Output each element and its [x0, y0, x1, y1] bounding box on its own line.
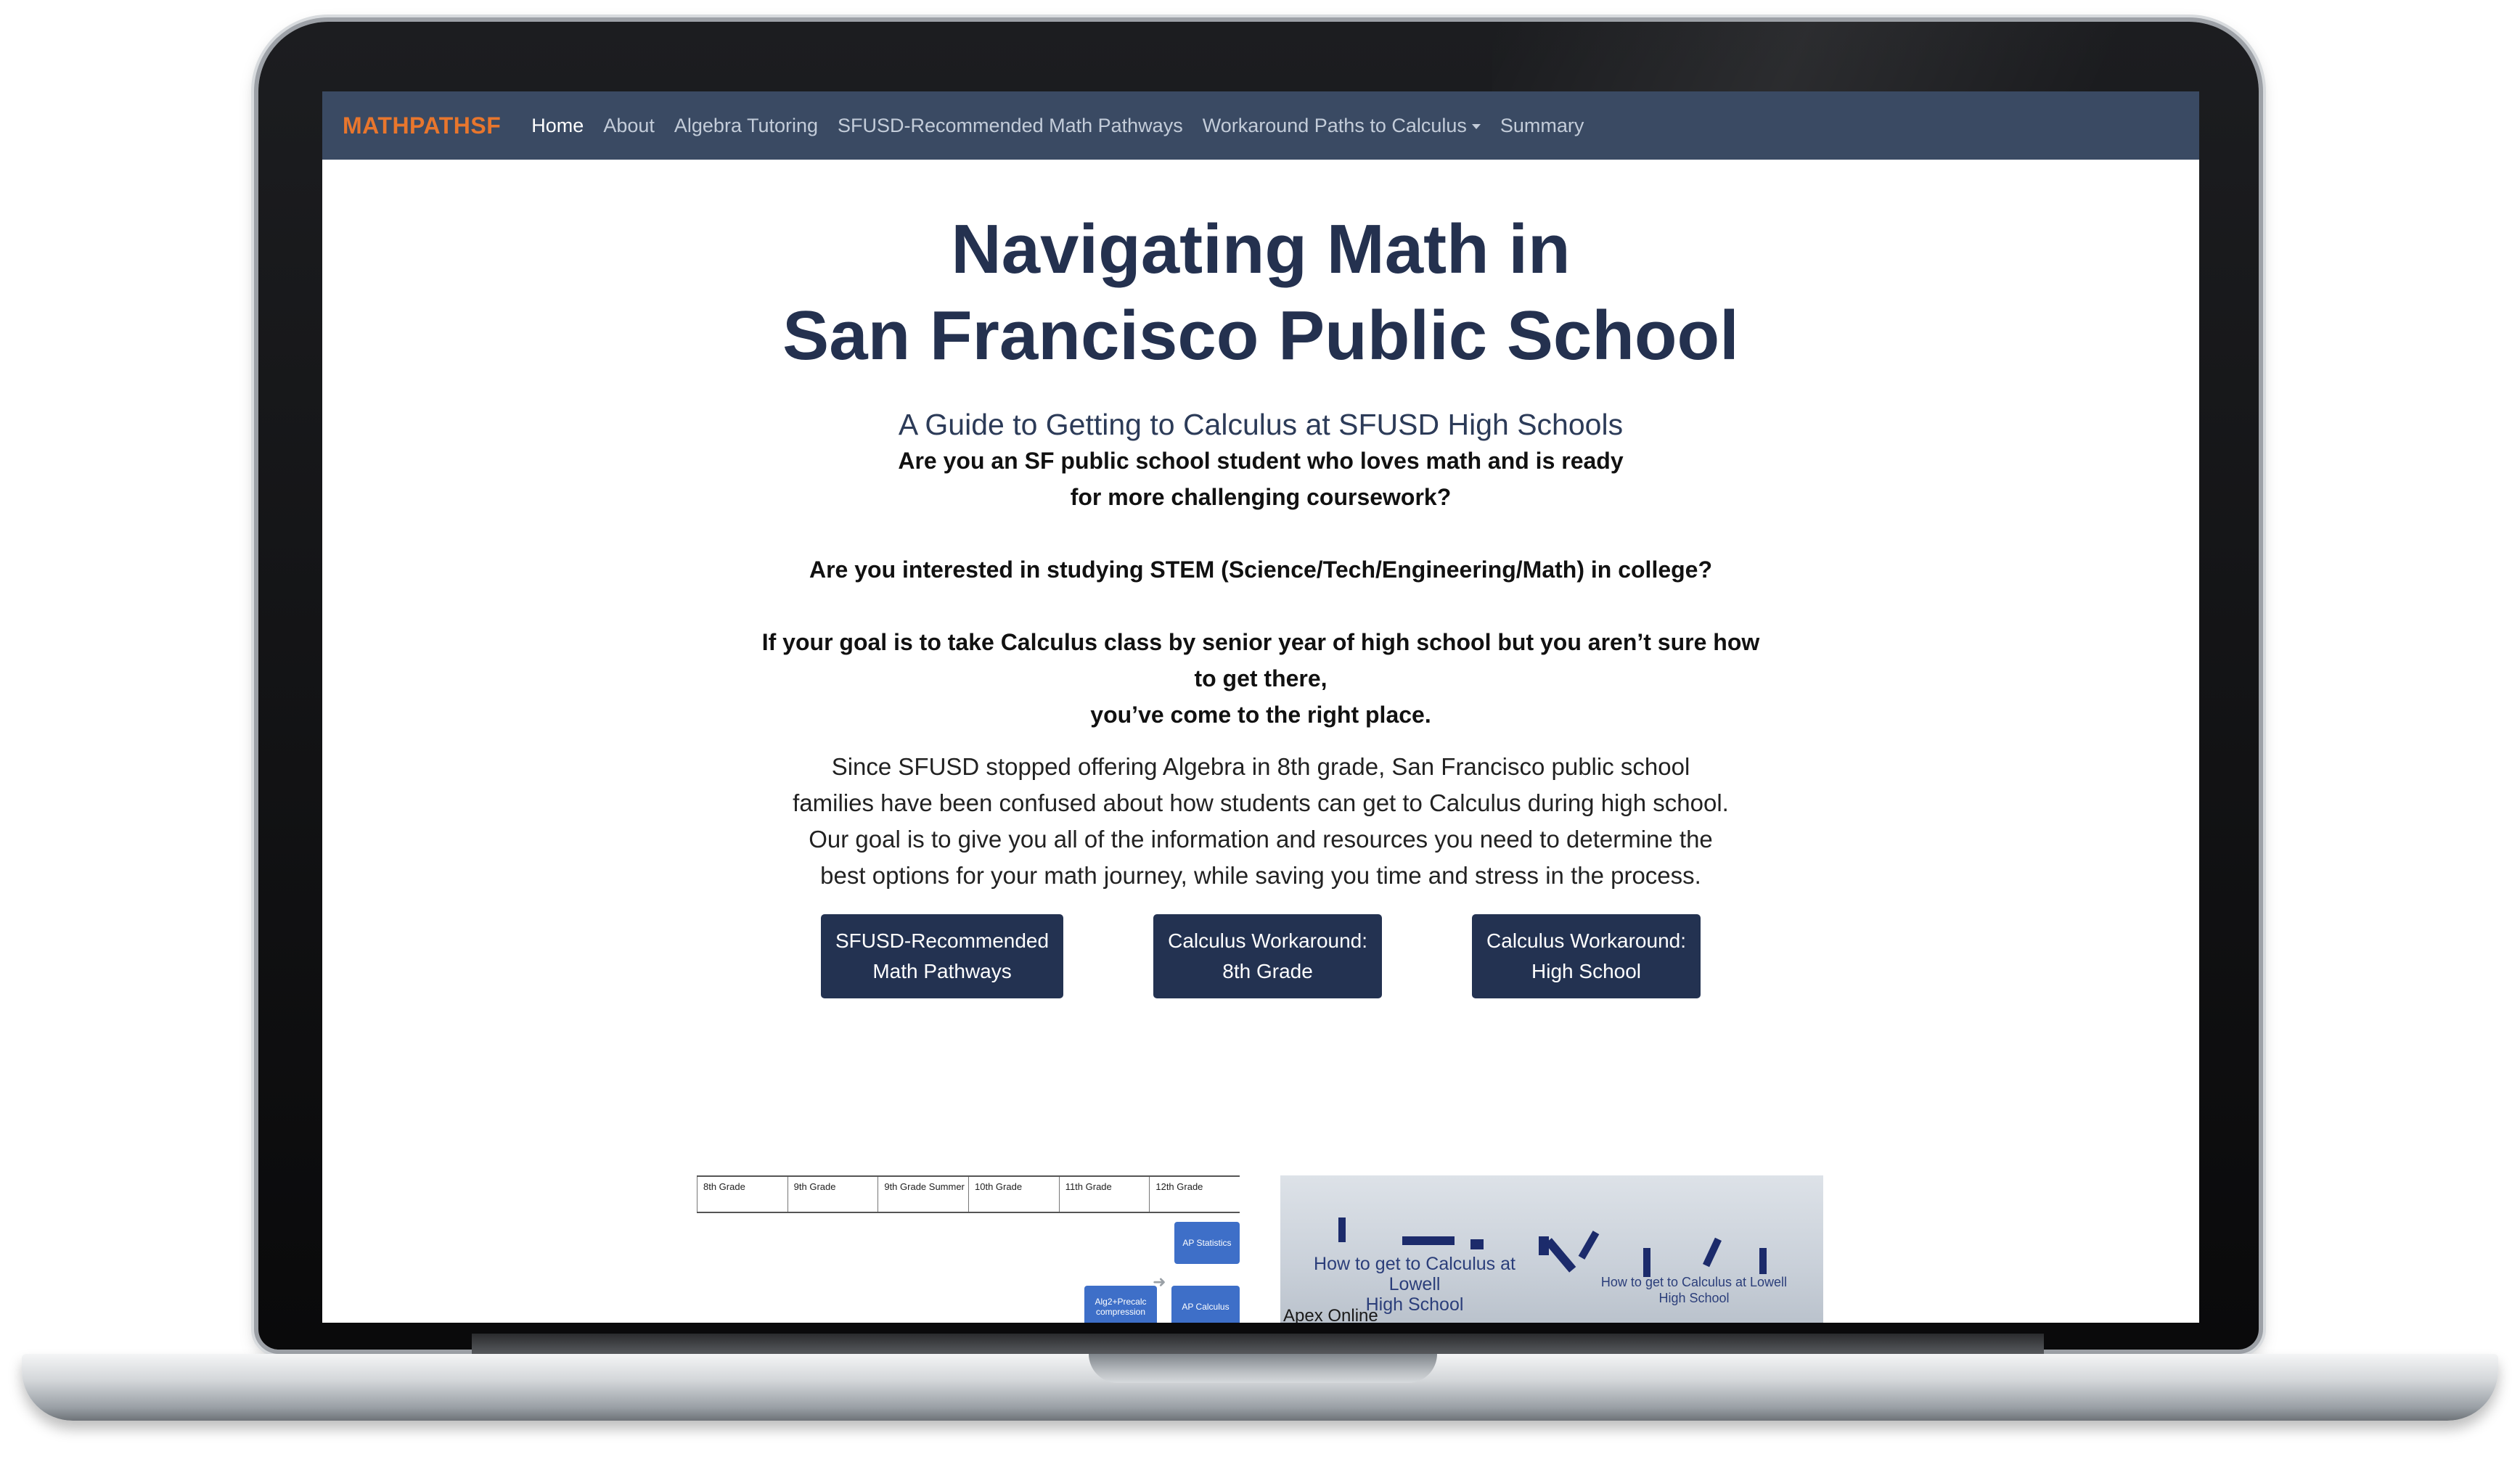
- nav-home[interactable]: Home: [531, 115, 584, 137]
- title-line-1: Navigating Math in: [951, 210, 1571, 288]
- pathway-chart-image: 8th Grade 9th Grade 9th Grade Summer 10t…: [697, 1175, 1240, 1323]
- navbar: MATHPATHSF Home About Algebra Tutoring S…: [322, 91, 2199, 160]
- laptop-hinge: [472, 1334, 2044, 1355]
- nav-workaround-label: Workaround Paths to Calculus: [1202, 114, 1467, 136]
- intro-paragraph: Since SFUSD stopped offering Algebra in …: [793, 753, 1729, 889]
- question-3-line-2: to get there,: [1194, 665, 1328, 691]
- board-apex-online: Apex Online: [1283, 1306, 1378, 1323]
- whiteboard-photo: How to get to Calculus at Lowell High Sc…: [1280, 1175, 1823, 1323]
- caret-down-icon: [1471, 123, 1481, 129]
- tape-mark: [1402, 1236, 1455, 1245]
- chart-header-row: 8th Grade 9th Grade 9th Grade Summer 10t…: [697, 1175, 1240, 1213]
- title-line-2: San Francisco Public School: [782, 297, 1739, 374]
- laptop-base: [22, 1354, 2498, 1421]
- question-1-line-1: Are you an SF public school student who …: [898, 448, 1624, 474]
- main-content: Navigating Math in San Francisco Public …: [322, 160, 2199, 998]
- board-heading-2-line-1: How to get to Calculus at Lowell: [1600, 1275, 1788, 1289]
- sfusd-pathways-button[interactable]: SFUSD-Recommended Math Pathways: [820, 914, 1064, 998]
- chart-box-alg2-precalc: Alg2+Precalc compression: [1084, 1286, 1157, 1323]
- button-line-2: High School: [1531, 960, 1642, 982]
- board-heading-1-line-1: How to get to Calculus at Lowell: [1314, 1254, 1515, 1294]
- tape-mark: [1759, 1248, 1767, 1274]
- question-1-line-2: for more challenging coursework?: [1070, 484, 1452, 510]
- page-title: Navigating Math in San Francisco Public …: [322, 160, 2199, 379]
- workaround-high-school-button[interactable]: Calculus Workaround: High School: [1472, 914, 1701, 998]
- tape-mark: [1470, 1239, 1484, 1249]
- chart-box-ap-calculus: AP Calculus: [1171, 1286, 1240, 1323]
- nav-sfusd-pathways[interactable]: SFUSD-Recommended Math Pathways: [838, 115, 1183, 137]
- button-line-1: SFUSD-Recommended: [835, 929, 1050, 952]
- brand-logo[interactable]: MATHPATHSF: [343, 112, 501, 139]
- tape-mark: [1338, 1218, 1346, 1242]
- workaround-8th-grade-button[interactable]: Calculus Workaround: 8th Grade: [1153, 914, 1383, 998]
- question-3-line-3: you’ve come to the right place.: [1090, 702, 1431, 728]
- nav-workaround-dropdown[interactable]: Workaround Paths to Calculus: [1203, 115, 1481, 137]
- tape-mark: [1545, 1238, 1576, 1273]
- button-line-2: 8th Grade: [1222, 960, 1313, 982]
- board-heading-2: How to get to Calculus at Lowell High Sc…: [1600, 1274, 1788, 1306]
- page-subtitle: A Guide to Getting to Calculus at SFUSD …: [898, 408, 1624, 441]
- button-line-1: Calculus Workaround:: [1486, 929, 1686, 952]
- board-heading-1-line-2: High School: [1365, 1294, 1464, 1315]
- screen: MATHPATHSF Home About Algebra Tutoring S…: [322, 91, 2199, 1323]
- button-line-2: Math Pathways: [872, 960, 1012, 982]
- tape-mark: [1643, 1248, 1650, 1277]
- nav-about[interactable]: About: [603, 115, 655, 137]
- nav-algebra-tutoring[interactable]: Algebra Tutoring: [674, 115, 818, 137]
- board-heading-2-line-2: High School: [1658, 1291, 1730, 1305]
- chart-column-header: 9th Grade Summer: [878, 1177, 968, 1212]
- chart-column-header: 12th Grade: [1149, 1177, 1240, 1212]
- cta-button-row: SFUSD-Recommended Math Pathways Calculus…: [322, 914, 2199, 998]
- question-3-line-1: If your goal is to take Calculus class b…: [761, 629, 1760, 655]
- question-2: Are you interested in studying STEM (Sci…: [809, 557, 1713, 583]
- tape-mark: [1578, 1231, 1600, 1260]
- chart-column-header: 8th Grade: [697, 1177, 788, 1212]
- button-line-1: Calculus Workaround:: [1168, 929, 1368, 952]
- nav-summary[interactable]: Summary: [1500, 115, 1584, 137]
- base-notch: [1089, 1354, 1437, 1383]
- chart-box-ap-statistics: AP Statistics: [1174, 1222, 1240, 1264]
- chart-column-header: 11th Grade: [1058, 1177, 1150, 1212]
- chart-column-header: 10th Grade: [968, 1177, 1059, 1212]
- chart-column-header: 9th Grade: [787, 1177, 878, 1212]
- tape-mark: [1703, 1237, 1722, 1268]
